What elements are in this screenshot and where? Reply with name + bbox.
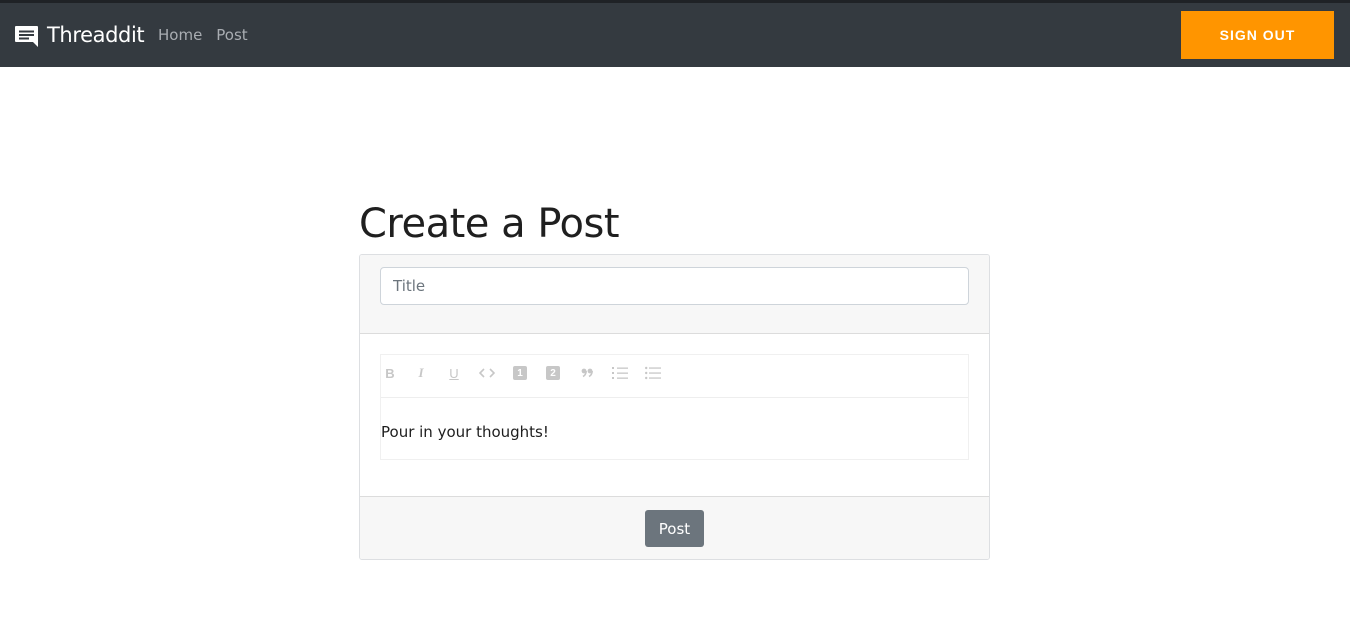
navbar: Threaddit Home Post SIGN OUT xyxy=(0,3,1350,67)
rich-text-editor: B I U 1 2 Pour in your thoughts! xyxy=(380,354,969,460)
chat-bubble-icon xyxy=(15,25,38,47)
nav-link-home[interactable]: Home xyxy=(158,26,202,44)
editor-toolbar: B I U 1 2 xyxy=(381,355,968,398)
nav-link-post[interactable]: Post xyxy=(216,26,247,44)
brand-name: Threaddit xyxy=(47,23,145,47)
code-button[interactable] xyxy=(476,362,498,384)
title-input[interactable] xyxy=(380,267,969,305)
post-button[interactable]: Post xyxy=(645,510,704,547)
bullet-list-icon xyxy=(645,366,661,380)
editor-content-area[interactable]: Pour in your thoughts! xyxy=(381,398,968,459)
heading-1-icon: 1 xyxy=(513,366,527,380)
page-title: Create a Post xyxy=(359,201,620,247)
card-header xyxy=(360,255,989,334)
bold-button[interactable]: B xyxy=(379,362,401,384)
heading-2-button[interactable]: 2 xyxy=(542,362,564,384)
nav-links: Home Post xyxy=(158,3,248,67)
italic-icon: I xyxy=(418,365,424,380)
sign-out-button[interactable]: SIGN OUT xyxy=(1181,11,1334,59)
heading-1-button[interactable]: 1 xyxy=(509,362,531,384)
italic-button[interactable]: I xyxy=(410,362,432,384)
blockquote-button[interactable] xyxy=(576,362,598,384)
heading-2-icon: 2 xyxy=(546,366,560,380)
card-footer: Post xyxy=(360,496,989,559)
create-post-card: B I U 1 2 xyxy=(359,254,990,560)
underline-button[interactable]: U xyxy=(443,362,465,384)
ordered-list-button[interactable] xyxy=(609,362,631,384)
underline-icon: U xyxy=(449,365,459,381)
brand-link[interactable]: Threaddit xyxy=(14,3,145,67)
code-icon xyxy=(479,368,495,378)
bullet-list-button[interactable] xyxy=(642,362,664,384)
quote-icon xyxy=(581,368,593,378)
ordered-list-icon xyxy=(612,367,628,379)
bold-icon: B xyxy=(385,365,395,381)
editor-placeholder: Pour in your thoughts! xyxy=(381,423,549,441)
